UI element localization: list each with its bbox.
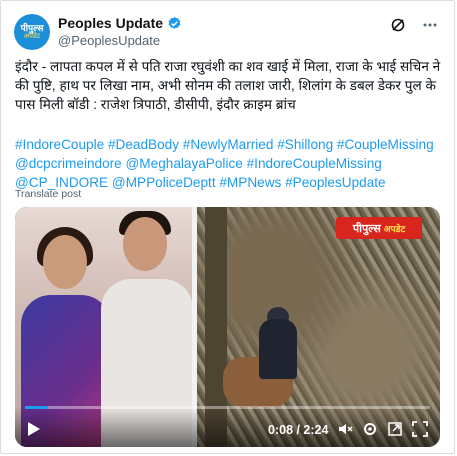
woman-face: [43, 235, 87, 289]
video-progress-fill: [25, 406, 48, 409]
post-card[interactable]: पीपुल्स अपडेट Peoples Update @PeoplesUpd…: [0, 0, 455, 454]
play-icon[interactable]: [27, 421, 41, 437]
video-player[interactable]: पीपुल्स अपडेट 0:08 / 2:24: [15, 207, 440, 447]
header-actions: [390, 17, 438, 33]
fullscreen-icon[interactable]: [412, 421, 428, 437]
man-face: [123, 217, 167, 271]
more-icon[interactable]: [422, 17, 438, 33]
post-text: इंदौर - लापता कपल में से पति राजा रघुवंश…: [15, 59, 441, 112]
rescuer: [259, 319, 297, 379]
author-name[interactable]: Peoples Update: [58, 15, 163, 31]
brand-sub-text: अपडेट: [383, 223, 406, 234]
volume-icon[interactable]: [337, 421, 353, 437]
grok-icon[interactable]: [390, 17, 406, 33]
avatar-text-1: पीपुल्स: [20, 23, 44, 33]
verified-badge-icon: [168, 16, 181, 29]
video-time: 0:08 / 2:24: [268, 423, 329, 437]
fullscreen-expand-icon[interactable]: [387, 421, 403, 437]
avatar[interactable]: पीपुल्स अपडेट: [14, 14, 50, 50]
settings-icon[interactable]: [362, 421, 378, 437]
post-hashtags[interactable]: #IndoreCouple #DeadBody #NewlyMarried #S…: [15, 135, 445, 192]
avatar-text-2: अपडेट: [23, 33, 41, 40]
author-handle[interactable]: @PeoplesUpdate: [58, 33, 160, 48]
author-row: Peoples Update: [58, 15, 182, 31]
brand-watermark: पीपुल्स अपडेट: [336, 217, 422, 239]
translate-post-link[interactable]: Translate post: [15, 188, 81, 200]
brand-main-text: पीपुल्स: [352, 222, 381, 235]
video-progress-bar[interactable]: [25, 406, 430, 409]
